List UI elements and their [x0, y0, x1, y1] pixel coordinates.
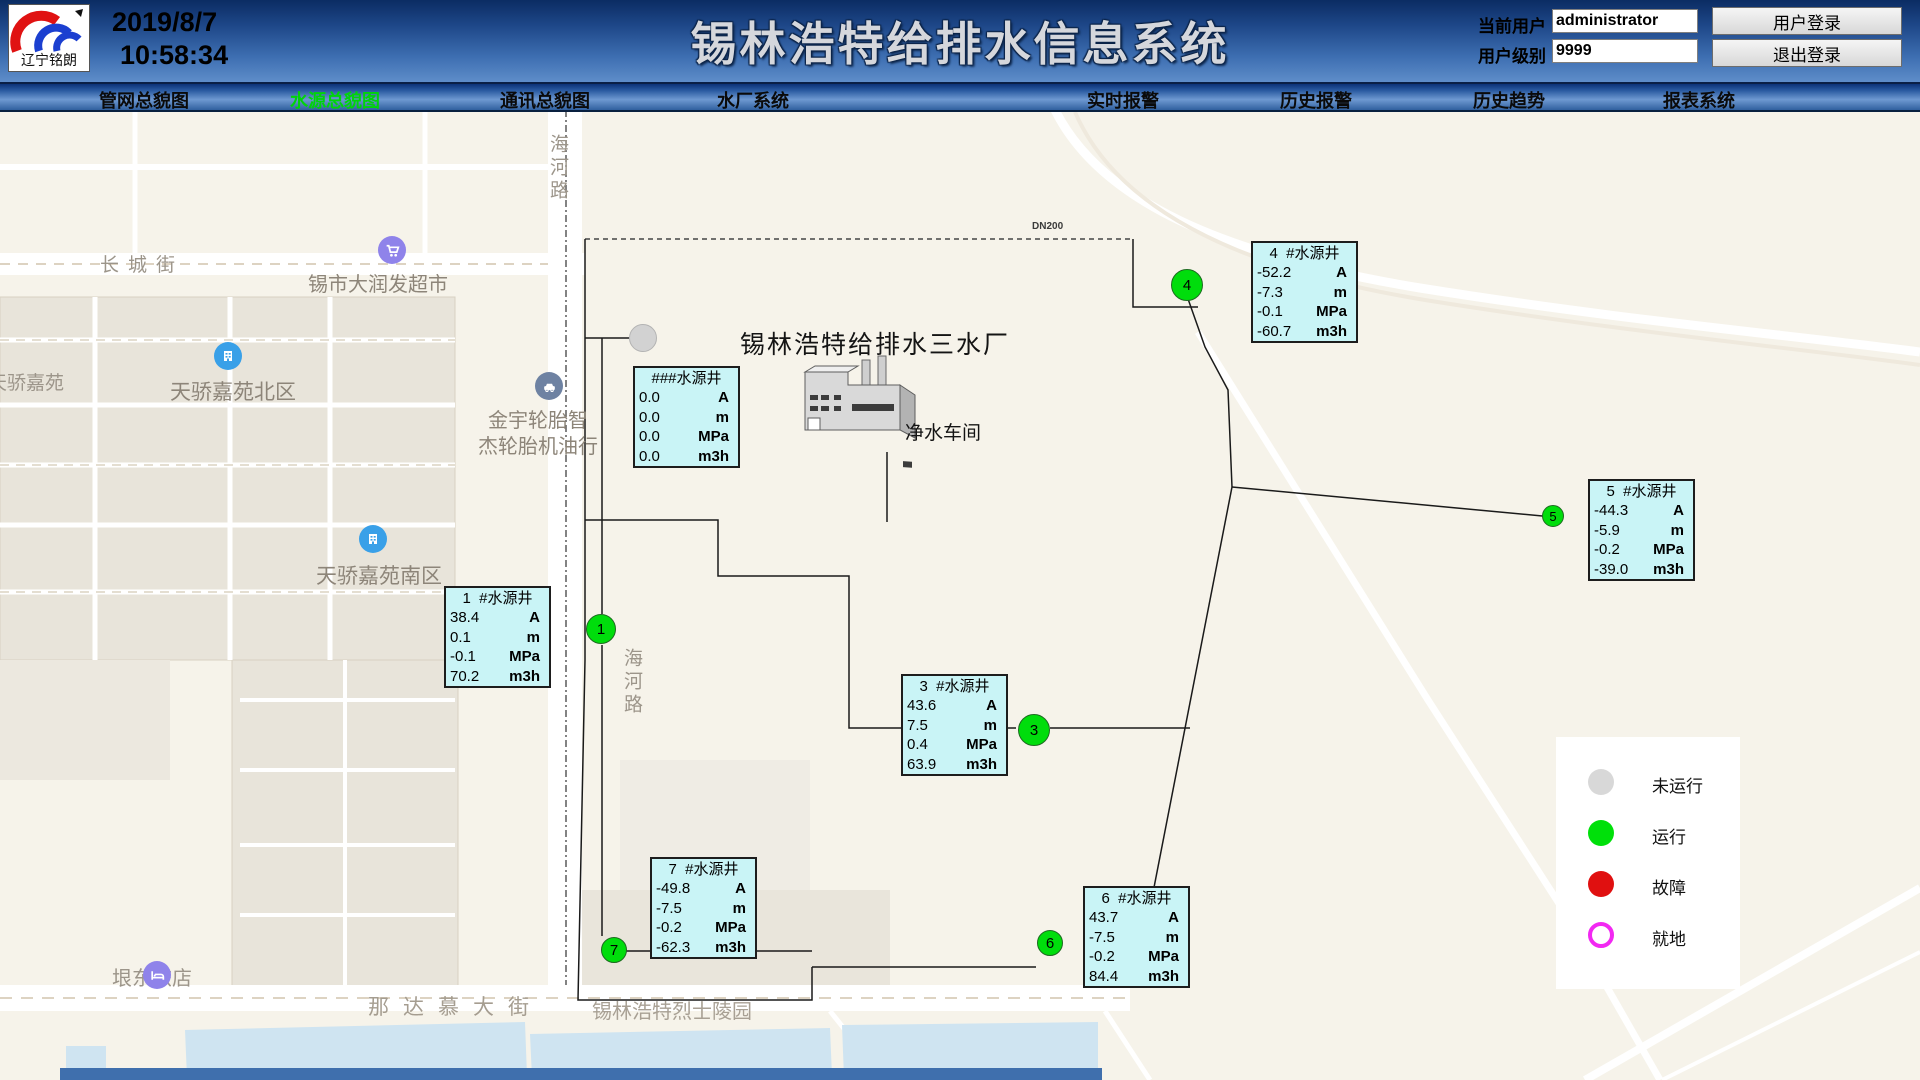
legend-swatch-running	[1588, 820, 1614, 846]
current-user-label: 当前用户	[1478, 12, 1552, 37]
nav-report-system[interactable]: 报表系统	[1663, 87, 1735, 113]
well-data-box-hash: ###水源井 0.0A 0.0m 0.0MPa 0.0m3h	[633, 366, 740, 468]
street-haihe-mid: 海河路	[618, 648, 645, 717]
logo-text: 辽宁铭朗	[9, 50, 89, 70]
well-data-box-6: 6 #水源井 43.7A -7.5m -0.2MPa 84.4m3h	[1083, 886, 1190, 988]
well-data-box-3: 3 #水源井 43.6A 7.5m 0.4MPa 63.9m3h	[901, 674, 1008, 776]
residence-building-icon-south	[359, 525, 387, 553]
nav-history-trend[interactable]: 历史趋势	[1473, 87, 1545, 113]
legend-row-running: 运行	[1556, 819, 1740, 847]
well-marker-1[interactable]: 1	[586, 614, 616, 644]
plant-title: 锡林浩特给排水三水厂	[740, 325, 1010, 361]
well-data-box-4: 4 #水源井 -52.2A -7.3m -0.1MPa -60.7m3h	[1251, 241, 1358, 343]
legend-row-local: 就地	[1556, 921, 1740, 949]
poi-label-jinyu: 金宇轮胎智	[488, 404, 588, 433]
time-display: 10:58:34	[112, 39, 228, 72]
nav-water-source-overview[interactable]: 水源总貌图	[290, 87, 380, 113]
nav-pipe-network-overview[interactable]: 管网总貌图	[99, 87, 189, 113]
poi-label-jielun: 杰轮胎机油行	[478, 430, 598, 459]
well-marker-5[interactable]: 5	[1542, 505, 1564, 527]
legend-swatch-local	[1588, 922, 1614, 948]
supermarket-cart-icon	[378, 236, 406, 264]
legend-row-notrunning: 未运行	[1556, 768, 1740, 796]
street-changcheng: 长城街	[100, 250, 184, 277]
user-login-button[interactable]: 用户登录	[1712, 7, 1902, 35]
well-marker-6[interactable]: 6	[1037, 930, 1063, 956]
residence-building-icon-north	[214, 342, 242, 370]
area-lieshi: 锡林浩特烈士陵园	[592, 995, 752, 1024]
well-data-box-7: 7 #水源井 -49.8A -7.5m -0.2MPa -62.3m3h	[650, 857, 757, 959]
nav-realtime-alarm[interactable]: 实时报警	[1087, 87, 1159, 113]
street-haihe-top: 海河路	[544, 134, 571, 203]
datetime-display: 2019/8/7 10:58:34	[112, 6, 228, 72]
auto-shop-car-icon	[535, 372, 563, 400]
nav-history-alarm[interactable]: 历史报警	[1280, 87, 1352, 113]
factory-icon	[805, 356, 915, 468]
scada-screen: 长城街 锡市大润发超市 天骄嘉苑 天骄嘉苑北区 金宇轮胎智 杰轮胎机油行 天骄嘉…	[0, 0, 1920, 1080]
area-tianjiao: 天骄嘉苑	[0, 368, 64, 395]
legend-swatch-notrunning	[1588, 769, 1614, 795]
legend-swatch-fault	[1588, 871, 1614, 897]
nav-communication-overview[interactable]: 通讯总貌图	[500, 87, 590, 113]
user-level-label: 用户级别	[1478, 42, 1552, 67]
map-bottom-river	[60, 1068, 1102, 1080]
well-data-box-1: 1 #水源井 38.4A 0.1m -0.1MPa 70.2m3h	[444, 586, 551, 688]
well-marker-idle[interactable]	[629, 324, 657, 352]
hotel-bed-icon	[143, 961, 171, 989]
well-marker-4[interactable]: 4	[1171, 269, 1203, 301]
map-water	[60, 1022, 1102, 1080]
status-legend: 未运行 运行 故障 就地	[1556, 737, 1740, 989]
logo-swoosh-icon	[9, 5, 89, 55]
app-title: 锡林浩特给排水信息系统	[560, 8, 1360, 74]
company-logo: 辽宁铭朗	[8, 4, 90, 72]
well-marker-7[interactable]: 7	[601, 937, 627, 963]
workshop-label: 净水车间	[905, 418, 981, 445]
well-marker-3[interactable]: 3	[1018, 714, 1050, 746]
legend-row-fault: 故障	[1556, 870, 1740, 898]
logout-button[interactable]: 退出登录	[1712, 39, 1902, 67]
area-tianjiao-south: 天骄嘉苑南区	[316, 560, 442, 590]
pipe-diameter-label: DN200	[1032, 221, 1063, 232]
date-display: 2019/8/7	[112, 6, 228, 39]
user-level-input[interactable]	[1552, 39, 1698, 63]
nav-water-plant-system[interactable]: 水厂系统	[717, 87, 789, 113]
well-data-box-5: 5 #水源井 -44.3A -5.9m -0.2MPa -39.0m3h	[1588, 479, 1695, 581]
area-tianjiao-north: 天骄嘉苑北区	[170, 376, 296, 406]
poi-label-darunfa: 锡市大润发超市	[308, 268, 448, 297]
nav-bar: 管网总貌图 水源总貌图 通讯总貌图 水厂系统 实时报警 历史报警 历史趋势 报表…	[0, 84, 1920, 112]
header: 辽宁铭朗 2019/8/7 10:58:34 锡林浩特给排水信息系统 当前用户 …	[0, 0, 1920, 84]
current-user-input[interactable]	[1552, 9, 1698, 33]
street-nadamu: 那达慕大街	[368, 991, 543, 1021]
